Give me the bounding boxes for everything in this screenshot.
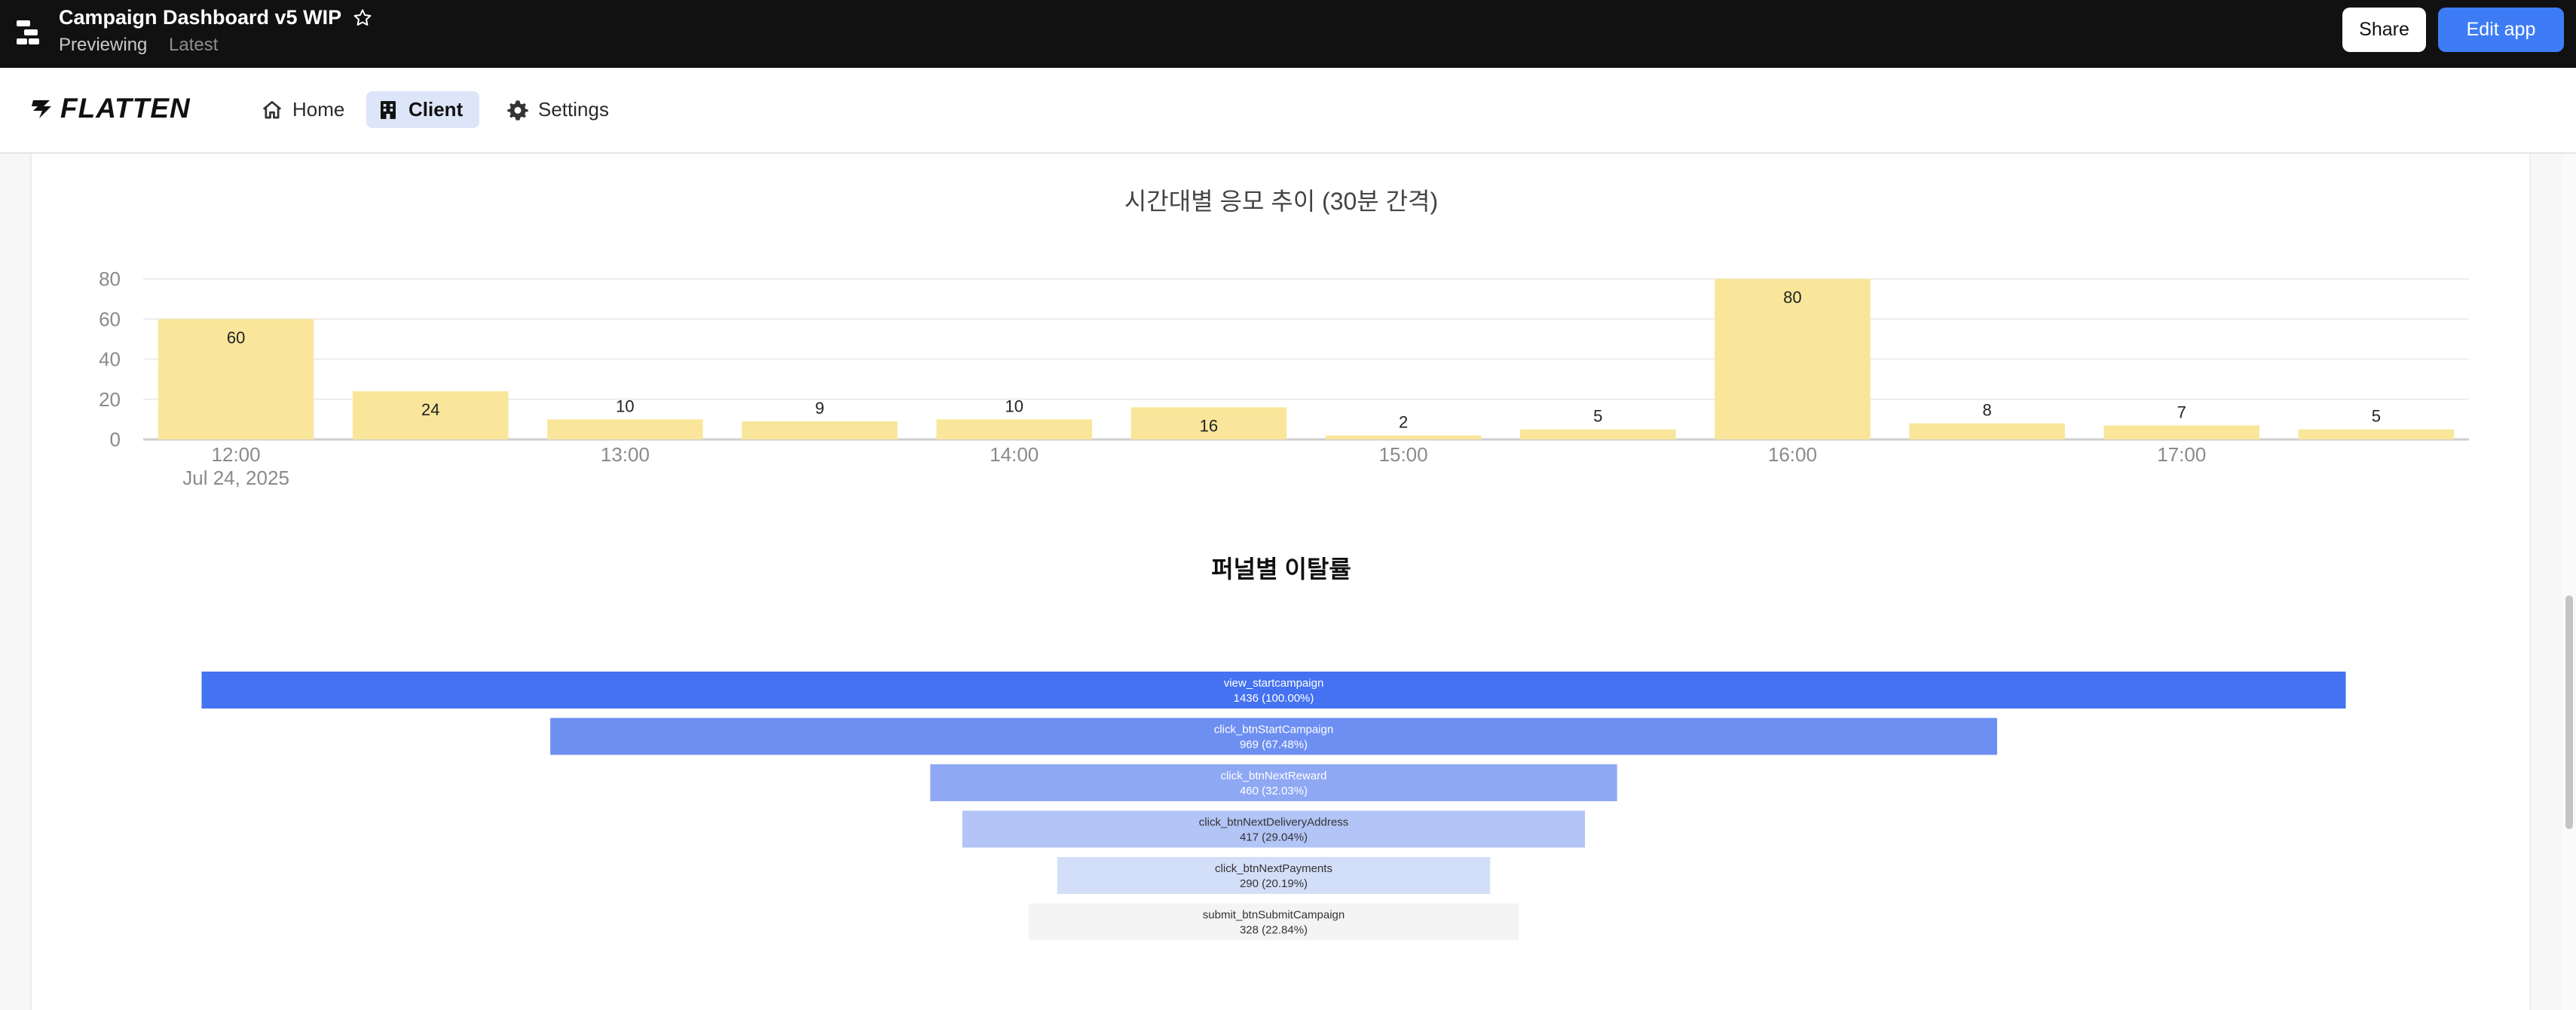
funnel-stage-value: 460 (32.03%) [1240, 785, 1308, 797]
funnel-stage-name: click_btnNextDeliveryAddress [1199, 816, 1348, 829]
funnel-chart: view_startcampaign 1436 (100.00%) click_bt… [201, 672, 2346, 941]
funnel-stage-name: click_btnNextPayments [1215, 862, 1332, 875]
funnel-stage-name: submit_btnSubmitCampaign [1203, 909, 1345, 922]
funnel-stage-value: 417 (29.04%) [1240, 831, 1308, 844]
funnel-stage-value: 1436 (100.00%) [1234, 692, 1314, 705]
funnel-stage-value: 969 (67.48%) [1240, 739, 1308, 751]
funnel-stage-value: 290 (20.19%) [1240, 877, 1308, 890]
funnel-stage-name: click_btnStartCampaign [1214, 724, 1333, 736]
funnel-stage-name: click_btnNextReward [1221, 770, 1327, 782]
funnel-stage-value: 328 (22.84%) [1240, 924, 1308, 937]
funnel-stage-name: view_startcampaign [1224, 677, 1324, 690]
